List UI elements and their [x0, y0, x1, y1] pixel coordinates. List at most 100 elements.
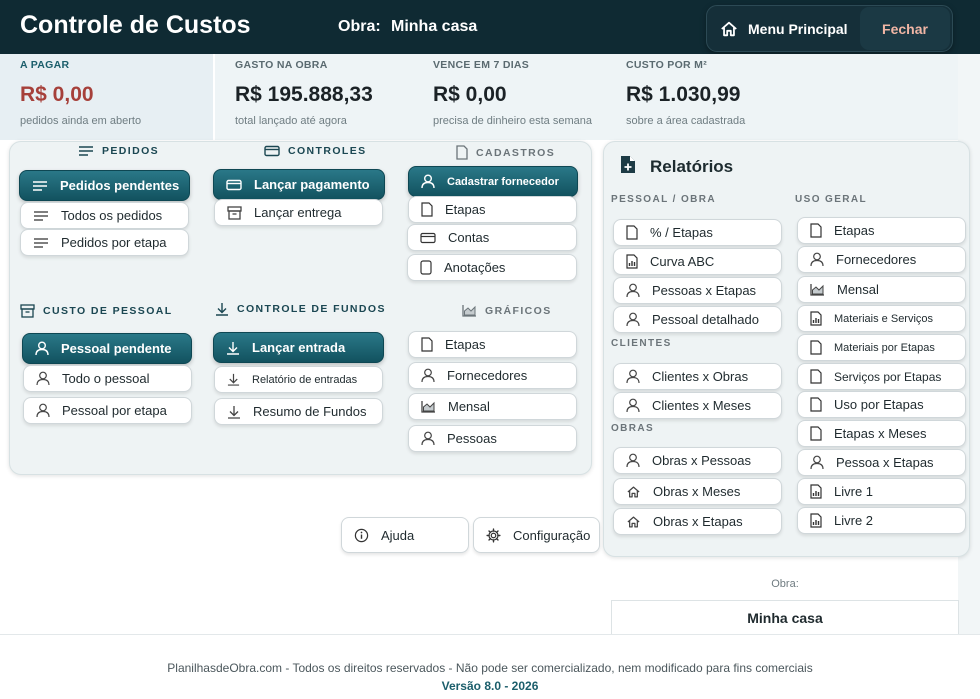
- note-icon: [420, 260, 432, 275]
- rel-obras-pessoas-button[interactable]: Obras x Pessoas: [613, 447, 782, 474]
- rel-clientes-meses-button[interactable]: Clientes x Meses: [613, 392, 782, 419]
- configuracao-button[interactable]: Configuração: [473, 517, 600, 553]
- card-icon: [420, 232, 436, 243]
- section-controles-title: CONTROLES: [264, 145, 367, 157]
- rel-uso-fornecedores-button[interactable]: Fornecedores: [797, 246, 966, 273]
- pessoal-pendente-button[interactable]: Pessoal pendente: [22, 333, 192, 364]
- rel-pessoas-etapas-button[interactable]: Pessoas x Etapas: [613, 277, 782, 304]
- lines-icon: [79, 146, 93, 156]
- person-icon: [626, 369, 640, 384]
- cadastrar-fornecedor-button[interactable]: Cadastrar fornecedor: [408, 166, 578, 197]
- bar-report-icon: [810, 484, 822, 499]
- box-icon: [20, 304, 35, 318]
- rel-pessoal-detalhado-button[interactable]: Pessoal detalhado: [613, 306, 782, 333]
- lines-icon: [34, 237, 48, 248]
- document-icon: [810, 397, 822, 412]
- person-icon: [810, 455, 824, 470]
- person-icon: [35, 341, 49, 356]
- kpi-subtitle: sobre a área cadastrada: [626, 115, 746, 127]
- card-icon: [226, 179, 242, 190]
- footer-divider: [0, 634, 980, 635]
- person-icon: [421, 431, 435, 446]
- cadastro-anotacoes-button[interactable]: Anotações: [407, 254, 577, 281]
- relatorio-entradas-button[interactable]: Relatório de entradas: [214, 366, 383, 393]
- document-icon: [626, 225, 638, 240]
- grafico-etapas-button[interactable]: Etapas: [408, 331, 577, 358]
- grafico-fornecedores-button[interactable]: Fornecedores: [408, 362, 577, 389]
- relatorios-title: Relatórios: [650, 157, 734, 176]
- card-icon: [264, 145, 280, 157]
- section-clientes-title: CLIENTES: [611, 338, 672, 349]
- kpi-label: VENCE EM 7 DIAS: [433, 59, 530, 71]
- rel-livre-1-button[interactable]: Livre 1: [797, 478, 966, 505]
- kpi-vence-7-dias: VENCE EM 7 DIAS R$ 0,00 precisa de dinhe…: [413, 54, 606, 140]
- section-controle-fundos-title: CONTROLE DE FUNDOS: [215, 302, 386, 316]
- cadastro-contas-button[interactable]: Contas: [407, 224, 577, 251]
- download-icon: [228, 405, 240, 419]
- menu-principal-label: Menu Principal: [748, 21, 848, 37]
- kpi-gasto-na-obra: GASTO NA OBRA R$ 195.888,33 total lançad…: [215, 54, 413, 140]
- rel-servicos-etapas-button[interactable]: Serviços por Etapas: [797, 363, 966, 390]
- rel-materiais-etapas-button[interactable]: Materiais por Etapas: [797, 334, 966, 361]
- person-icon: [421, 368, 435, 383]
- person-icon: [421, 174, 435, 189]
- pessoal-por-etapa-button[interactable]: Pessoal por etapa: [23, 397, 192, 424]
- person-icon: [36, 371, 50, 386]
- grafico-pessoas-button[interactable]: Pessoas: [408, 425, 577, 452]
- kpi-label: A PAGAR: [20, 59, 70, 71]
- resumo-fundos-button[interactable]: Resumo de Fundos: [214, 398, 383, 425]
- person-icon: [626, 283, 640, 298]
- rel-percent-etapas-button[interactable]: % / Etapas: [613, 219, 782, 246]
- rel-uso-por-etapas-button[interactable]: Uso por Etapas: [797, 391, 966, 418]
- menu-principal-button[interactable]: Menu Principal: [714, 12, 854, 46]
- box-icon: [227, 205, 242, 220]
- copyright-text: PlanilhasdeObra.com - Todos os direitos …: [167, 661, 813, 675]
- app-title: Controle de Custos: [20, 11, 251, 39]
- pedidos-por-etapa-button[interactable]: Pedidos por etapa: [20, 229, 189, 256]
- cadastro-etapas-button[interactable]: Etapas: [408, 196, 577, 223]
- area-chart-icon: [462, 305, 476, 317]
- document-icon: [810, 223, 822, 238]
- rel-curva-abc-button[interactable]: Curva ABC: [613, 248, 782, 275]
- todo-pessoal-button[interactable]: Todo o pessoal: [23, 365, 192, 392]
- home-icon: [627, 485, 640, 498]
- kpi-subtitle: total lançado até agora: [235, 115, 347, 127]
- document-icon: [810, 340, 822, 355]
- grafico-mensal-button[interactable]: Mensal: [408, 393, 577, 420]
- rel-obras-etapas-button[interactable]: Obras x Etapas: [613, 508, 782, 535]
- todos-pedidos-button[interactable]: Todos os pedidos: [20, 202, 189, 229]
- rel-obras-meses-button[interactable]: Obras x Meses: [613, 478, 782, 505]
- person-icon: [626, 398, 640, 413]
- rel-clientes-obras-button[interactable]: Clientes x Obras: [613, 363, 782, 390]
- pedidos-pendentes-button[interactable]: Pedidos pendentes: [19, 170, 190, 201]
- bar-report-icon: [810, 311, 822, 326]
- document-icon: [456, 145, 468, 160]
- report-document-icon: [621, 156, 635, 173]
- person-icon: [810, 252, 824, 267]
- rel-pessoa-etapas-button[interactable]: Pessoa x Etapas: [797, 449, 966, 476]
- kpi-value: R$ 0,00: [433, 83, 507, 106]
- download-icon: [216, 303, 228, 316]
- rel-etapas-meses-button[interactable]: Etapas x Meses: [797, 420, 966, 447]
- lines-icon: [33, 180, 47, 191]
- rel-uso-mensal-button[interactable]: Mensal: [797, 276, 966, 303]
- section-graficos-title: GRÁFICOS: [462, 304, 552, 317]
- lancar-pagamento-button[interactable]: Lançar pagamento: [213, 169, 385, 200]
- rel-livre-2-button[interactable]: Livre 2: [797, 507, 966, 534]
- kpi-a-pagar: A PAGAR R$ 0,00 pedidos ainda em aberto: [0, 54, 213, 140]
- gear-icon: [486, 527, 501, 543]
- person-icon: [626, 453, 640, 468]
- bar-report-icon: [626, 254, 638, 269]
- bar-report-icon: [810, 513, 822, 528]
- rel-materiais-servicos-button[interactable]: Materiais e Serviços: [797, 305, 966, 332]
- lancar-entrada-button[interactable]: Lançar entrada: [213, 332, 384, 363]
- ajuda-button[interactable]: Ajuda: [341, 517, 469, 553]
- section-pessoal-obra-title: PESSOAL / OBRA: [611, 194, 716, 205]
- section-obras-title: OBRAS: [611, 423, 655, 434]
- fechar-button[interactable]: Fechar: [860, 7, 950, 50]
- lancar-entrega-button[interactable]: Lançar entrega: [214, 199, 383, 226]
- rel-uso-etapas-button[interactable]: Etapas: [797, 217, 966, 244]
- kpi-custo-por-m2: CUSTO POR M² R$ 1.030,99 sobre a área ca…: [606, 54, 958, 140]
- person-icon: [626, 312, 640, 327]
- header-obra-name: Minha casa: [391, 18, 478, 35]
